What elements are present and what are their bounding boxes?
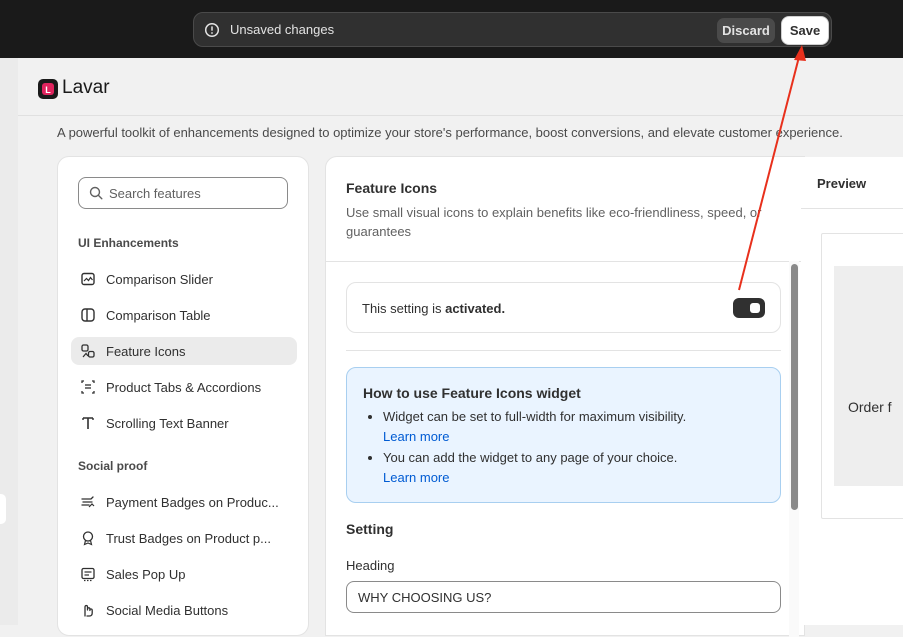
gutter-tab[interactable]	[0, 494, 6, 524]
activation-status-text: This setting is activated.	[362, 301, 506, 316]
tabs-icon	[81, 380, 95, 394]
sidebar-item-payment-badges[interactable]: Payment Badges on Produc...	[71, 488, 297, 516]
search-icon	[89, 186, 103, 200]
page-description: A powerful toolkit of enhancements desig…	[57, 125, 843, 140]
comparison-table-icon	[81, 308, 95, 322]
app-name: Lavar	[62, 77, 110, 98]
sidebar-item-sales-pop-up[interactable]: Sales Pop Up	[71, 560, 297, 588]
sidebar-item-comparison-slider[interactable]: Comparison Slider	[71, 265, 297, 293]
toggle-knob	[750, 303, 760, 313]
feature-title: Feature Icons	[346, 180, 438, 196]
preview-header: Preview	[801, 157, 903, 209]
sidebar-item-feature-icons[interactable]: Feature Icons	[71, 337, 297, 365]
section-title-ui-enhancements: UI Enhancements	[78, 236, 179, 250]
search-input[interactable]	[109, 184, 279, 202]
search-box[interactable]	[78, 177, 288, 209]
comparison-slider-icon	[81, 272, 95, 286]
sidebar-item-social-media-buttons[interactable]: Social Media Buttons	[71, 596, 297, 624]
sidebar-item-label: Comparison Slider	[106, 272, 213, 287]
text-icon	[82, 417, 94, 429]
hand-icon	[84, 604, 93, 617]
contextual-save-bar: Unsaved changes Discard Save	[193, 12, 832, 47]
divider	[326, 261, 804, 262]
save-button[interactable]: Save	[781, 16, 829, 45]
heading-label: Heading	[346, 558, 395, 573]
alert-circle-icon	[204, 22, 220, 38]
sidebar-item-comparison-table[interactable]: Comparison Table	[71, 301, 297, 329]
sidebar-item-trust-badges[interactable]: Trust Badges on Product p...	[71, 524, 297, 552]
left-gutter	[0, 58, 18, 625]
sidebar-item-label: Product Tabs & Accordions	[106, 380, 262, 395]
preview-widget	[834, 266, 903, 486]
sidebar-item-label: Social Media Buttons	[106, 603, 229, 618]
feature-icons-icon	[81, 344, 95, 358]
heading-input[interactable]	[346, 581, 781, 613]
howto-info-box: How to use Feature Icons widget Widget c…	[346, 367, 781, 503]
howto-title: How to use Feature Icons widget	[363, 385, 581, 401]
section-title-social-proof: Social proof	[78, 459, 148, 473]
app-header: L Lavar	[18, 58, 903, 116]
app-logo-icon: L	[38, 79, 58, 99]
preview-text: Order f	[848, 399, 892, 415]
unsaved-changes-text: Unsaved changes	[230, 22, 335, 37]
preview-panel: Order f	[801, 209, 903, 625]
sidebar-item-label: Trust Badges on Product p...	[106, 531, 271, 546]
preview-tab[interactable]: Preview	[817, 176, 866, 191]
howto-item: Widget can be set to full-width for maxi…	[383, 407, 773, 447]
sidebar-item-product-tabs[interactable]: Product Tabs & Accordions	[71, 373, 297, 401]
preview-frame: Order f	[821, 233, 903, 519]
sidebar-item-label: Comparison Table	[106, 308, 211, 323]
activation-status: activated.	[445, 301, 506, 316]
howto-item: You can add the widget to any page of yo…	[383, 448, 773, 488]
learn-more-link[interactable]: Learn more	[383, 468, 773, 488]
feature-description: Use small visual icons to explain benefi…	[346, 205, 762, 239]
scrollbar-thumb[interactable]	[791, 264, 798, 510]
badge-icon	[82, 531, 94, 546]
sidebar-item-scrolling-text-banner[interactable]: Scrolling Text Banner	[71, 409, 297, 437]
howto-list: Widget can be set to full-width for maxi…	[363, 407, 773, 489]
activation-box: This setting is activated.	[346, 282, 781, 333]
svg-text:L: L	[45, 85, 51, 95]
learn-more-link[interactable]: Learn more	[383, 427, 773, 447]
sidebar-item-label: Scrolling Text Banner	[106, 416, 229, 431]
sidebar-item-label: Sales Pop Up	[106, 567, 186, 582]
popup-icon	[81, 567, 95, 582]
discard-button[interactable]: Discard	[717, 18, 775, 43]
feature-sidebar: UI Enhancements Comparison Slider Compar…	[57, 156, 309, 636]
top-bar: Unsaved changes Discard Save	[0, 0, 903, 58]
divider	[346, 350, 781, 351]
setting-section-title: Setting	[346, 521, 394, 537]
payment-icon	[81, 496, 95, 508]
activation-toggle[interactable]	[733, 298, 765, 318]
sidebar-item-label: Payment Badges on Produc...	[106, 495, 279, 510]
sidebar-item-label: Feature Icons	[106, 344, 186, 359]
feature-settings-card: Feature Icons Use small visual icons to …	[325, 156, 805, 637]
